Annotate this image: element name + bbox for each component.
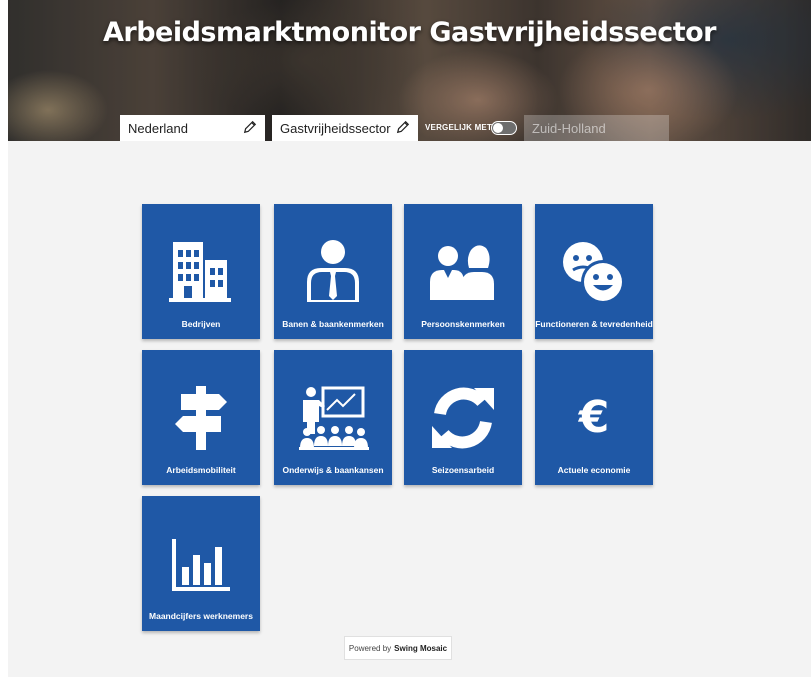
tile-seizoensarbeid[interactable]: Seizoensarbeid	[404, 350, 522, 485]
brand-name: Swing Mosaic	[394, 643, 448, 653]
smileys-icon	[535, 232, 653, 312]
refresh-icon	[404, 378, 522, 458]
tile-maandcijfers[interactable]: Maandcijfers werknemers	[142, 496, 260, 631]
svg-text:€: €	[578, 392, 610, 443]
person-tie-icon	[274, 232, 392, 312]
tile-label: Actuele economie	[557, 465, 631, 475]
tile-actuele-economie[interactable]: € Actuele economie	[535, 350, 653, 485]
tile-label: Arbeidsmobiliteit	[166, 465, 236, 475]
tile-label: Bedrijven	[181, 319, 221, 329]
buildings-icon	[142, 232, 260, 312]
tile-label: Persoonskenmerken	[421, 319, 505, 329]
region-selector[interactable]: Nederland	[120, 115, 265, 141]
pencil-icon[interactable]	[243, 120, 257, 137]
sector-value: Gastvrijheidssector	[280, 120, 391, 136]
region-value: Nederland	[128, 120, 188, 136]
compare-region-field: Zuid-Holland	[524, 115, 669, 141]
euro-icon: €	[535, 378, 653, 458]
tile-onderwijs[interactable]: Onderwijs & baankansen	[274, 350, 392, 485]
tile-label: Functioneren & tevredenheid	[535, 319, 653, 329]
tile-banen[interactable]: Banen & baankenmerken	[274, 204, 392, 339]
tile-arbeidsmobiliteit[interactable]: Arbeidsmobiliteit	[142, 350, 260, 485]
bar-chart-icon	[142, 524, 260, 604]
tile-persoonskenmerken[interactable]: Persoonskenmerken	[404, 204, 522, 339]
powered-by-text: Powered by	[348, 643, 392, 653]
signpost-icon	[142, 378, 260, 458]
compare-label: VERGELIJK MET	[425, 123, 493, 132]
people-icon	[404, 232, 522, 312]
tile-label: Onderwijs & baankansen	[282, 465, 384, 475]
tile-label: Seizoensarbeid	[431, 465, 495, 475]
tile-label: Maandcijfers werknemers	[149, 611, 253, 621]
toggle-knob	[493, 123, 503, 133]
classroom-icon	[274, 378, 392, 458]
pencil-icon[interactable]	[396, 120, 410, 137]
sector-selector[interactable]: Gastvrijheidssector	[272, 115, 418, 141]
tile-bedrijven[interactable]: Bedrijven	[142, 204, 260, 339]
compare-toggle[interactable]	[491, 121, 517, 135]
compare-region-value: Zuid-Holland	[532, 120, 606, 136]
hero-banner: Arbeidsmarktmonitor Gastvrijheidssector …	[8, 0, 811, 141]
page-title: Arbeidsmarktmonitor Gastvrijheidssector	[103, 17, 717, 48]
tile-label: Banen & baankenmerken	[282, 319, 384, 329]
powered-by-badge[interactable]: Powered by Swing Mosaic	[344, 636, 452, 660]
tile-functioneren[interactable]: Functioneren & tevredenheid	[535, 204, 653, 339]
